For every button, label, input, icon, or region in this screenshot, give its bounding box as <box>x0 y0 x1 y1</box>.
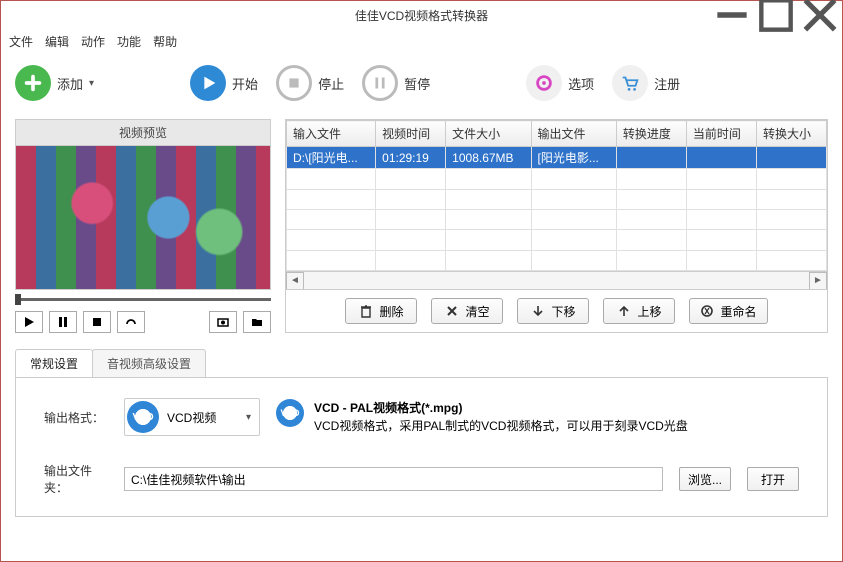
vcd-icon: VCD <box>127 401 159 433</box>
menu-edit[interactable]: 编辑 <box>45 33 69 50</box>
format-select[interactable]: VCD VCD视频 ▾ <box>124 398 260 436</box>
table-row[interactable] <box>287 250 827 270</box>
col-size[interactable]: 文件大小 <box>446 121 531 147</box>
settings-panel: 输出格式： VCD VCD视频 ▾ VCD VCD - PAL视频格式(*.mp… <box>15 377 828 517</box>
file-table[interactable]: 输入文件 视频时间 文件大小 输出文件 转换进度 当前时间 转换大小 D:\[阳… <box>286 120 827 271</box>
menu-action[interactable]: 动作 <box>81 33 105 50</box>
tab-advanced[interactable]: 音视频高级设置 <box>92 349 206 377</box>
preview-title: 视频预览 <box>15 119 271 146</box>
scroll-left-icon[interactable]: ◄ <box>286 272 304 290</box>
cart-icon <box>612 65 648 101</box>
col-progress[interactable]: 转换进度 <box>616 121 686 147</box>
minimize-button[interactable] <box>710 1 754 29</box>
tab-general[interactable]: 常规设置 <box>15 349 93 377</box>
horizontal-scrollbar[interactable]: ◄ ► <box>286 271 827 289</box>
start-button[interactable]: 开始 <box>190 65 258 101</box>
menu-file[interactable]: 文件 <box>9 33 33 50</box>
moveup-button[interactable]: 上移 <box>603 298 675 324</box>
output-folder-input[interactable] <box>124 467 663 491</box>
scroll-right-icon[interactable]: ► <box>809 272 827 290</box>
folder-row: 输出文件夹： 浏览... 打开 <box>44 462 799 496</box>
maximize-button[interactable] <box>754 1 798 29</box>
list-actions: 删除 清空 下移 上移 重命名 <box>286 289 827 332</box>
format-description: VCD VCD - PAL视频格式(*.mpg) VCD视频格式，采用PAL制式… <box>276 399 688 435</box>
gear-icon <box>526 65 562 101</box>
col-output[interactable]: 输出文件 <box>531 121 616 147</box>
menu-function[interactable]: 功能 <box>117 33 141 50</box>
table-row[interactable] <box>287 189 827 209</box>
title-bar: 佳佳VCD视频格式转换器 <box>1 1 842 29</box>
preview-canvas <box>15 146 271 290</box>
table-row[interactable] <box>287 169 827 189</box>
format-row: 输出格式： VCD VCD视频 ▾ VCD VCD - PAL视频格式(*.mp… <box>44 398 799 436</box>
play-button[interactable] <box>15 311 43 333</box>
delete-button[interactable]: 删除 <box>345 298 417 324</box>
folder-button[interactable] <box>243 311 271 333</box>
rename-button[interactable]: 重命名 <box>689 298 767 324</box>
vcd-icon: VCD <box>276 399 304 427</box>
browse-button[interactable]: 浏览... <box>679 467 731 491</box>
snapshot-button[interactable] <box>209 311 237 333</box>
toolbar: 添加 ▾ 开始 停止 暂停 选项 注册 <box>1 53 842 113</box>
table-row[interactable] <box>287 209 827 229</box>
pause-icon <box>362 65 398 101</box>
preview-panel: 视频预览 <box>15 119 271 333</box>
col-curtime[interactable]: 当前时间 <box>686 121 756 147</box>
chevron-down-icon: ▾ <box>246 412 251 423</box>
col-duration[interactable]: 视频时间 <box>376 121 446 147</box>
stop-button[interactable]: 停止 <box>276 65 344 101</box>
movedown-button[interactable]: 下移 <box>517 298 589 324</box>
preview-controls <box>15 311 271 333</box>
loop-button[interactable] <box>117 311 145 333</box>
add-button[interactable]: 添加 ▾ <box>15 65 94 101</box>
options-button[interactable]: 选项 <box>526 65 594 101</box>
stop-button-small[interactable] <box>83 311 111 333</box>
pause-button-small[interactable] <box>49 311 77 333</box>
pause-button[interactable]: 暂停 <box>362 65 430 101</box>
menu-help[interactable]: 帮助 <box>153 33 177 50</box>
open-button[interactable]: 打开 <box>747 467 799 491</box>
file-list-panel: 输入文件 视频时间 文件大小 输出文件 转换进度 当前时间 转换大小 D:\[阳… <box>285 119 828 333</box>
table-row[interactable]: D:\[阳光电... 01:29:19 1008.67MB [阳光电影... <box>287 147 827 169</box>
folder-label: 输出文件夹： <box>44 462 108 496</box>
window-controls <box>710 1 842 29</box>
chevron-down-icon: ▾ <box>89 78 94 89</box>
col-outsize[interactable]: 转换大小 <box>756 121 826 147</box>
seek-bar[interactable] <box>15 298 271 301</box>
table-row[interactable] <box>287 230 827 250</box>
close-button[interactable] <box>798 1 842 29</box>
window-title: 佳佳VCD视频格式转换器 <box>355 7 488 24</box>
format-label: 输出格式： <box>44 409 108 426</box>
clear-button[interactable]: 清空 <box>431 298 503 324</box>
settings-tabs: 常规设置 音视频高级设置 <box>15 349 828 377</box>
register-button[interactable]: 注册 <box>612 65 680 101</box>
col-input[interactable]: 输入文件 <box>287 121 376 147</box>
plus-icon <box>15 65 51 101</box>
play-icon <box>190 65 226 101</box>
stop-icon <box>276 65 312 101</box>
